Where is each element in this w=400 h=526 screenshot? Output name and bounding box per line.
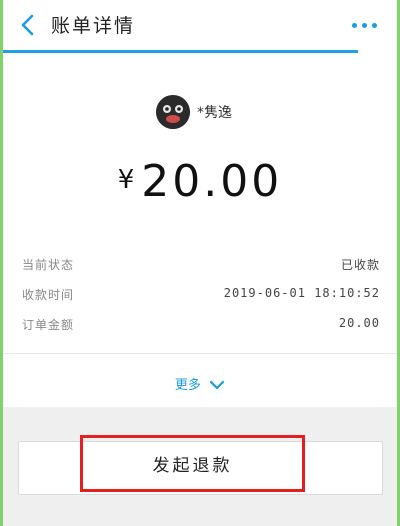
- detail-row-status: 当前状态 已收款: [22, 256, 380, 274]
- dot-icon: [362, 23, 367, 28]
- more-options-button[interactable]: [351, 12, 379, 34]
- dot-icon: [352, 23, 357, 28]
- app-screen: 账单详情 *隽逸 ¥20.00 当前状态 已收款 收款时间 2019-06-01…: [0, 0, 400, 526]
- detail-value: 2019-06-01 18:10:52: [223, 286, 380, 300]
- currency-symbol: ¥: [117, 165, 138, 195]
- avatar: [156, 95, 190, 129]
- back-button[interactable]: [15, 10, 41, 40]
- dot-icon: [372, 23, 377, 28]
- detail-value: 已收款: [340, 258, 380, 272]
- header-underline: [3, 50, 358, 53]
- detail-row-time: 收款时间 2019-06-01 18:10:52: [22, 286, 380, 304]
- detail-label: 订单金额: [22, 318, 75, 332]
- detail-row-order-amount: 订单金额 20.00: [22, 316, 380, 334]
- amount-value: 20.00: [141, 156, 283, 207]
- divider: [3, 353, 397, 354]
- chevron-down-icon: [209, 379, 225, 395]
- avatar-image-icon: [156, 95, 190, 129]
- highlight-box: [80, 435, 305, 492]
- page-title: 账单详情: [51, 15, 136, 37]
- more-details-label: 更多: [174, 378, 201, 393]
- amount-display: ¥20.00: [0, 156, 400, 207]
- detail-label: 收款时间: [22, 288, 75, 302]
- detail-value: 20.00: [338, 316, 380, 330]
- merchant-name: *隽逸: [197, 105, 232, 121]
- detail-label: 当前状态: [22, 258, 75, 272]
- back-arrow-icon: [21, 14, 34, 36]
- more-details-link[interactable]: 更多: [0, 374, 400, 395]
- header-bar: 账单详情: [3, 0, 397, 52]
- merchant-info: *隽逸: [0, 95, 400, 131]
